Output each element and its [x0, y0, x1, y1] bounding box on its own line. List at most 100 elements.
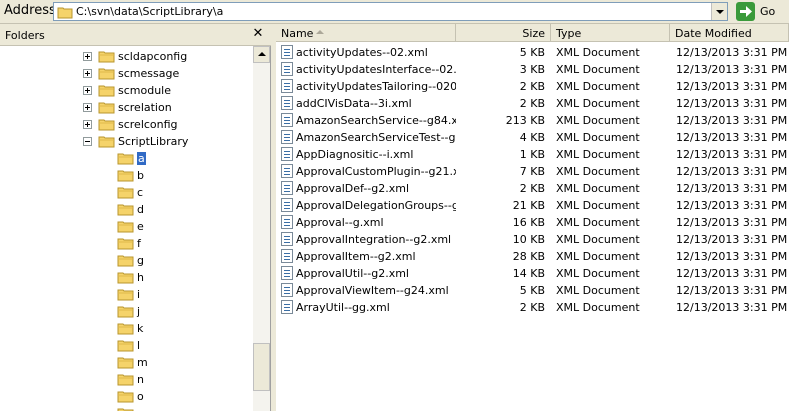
file-type: XML Document	[556, 63, 640, 76]
tree-item[interactable]: d	[0, 201, 252, 218]
go-button[interactable]: Go	[735, 2, 785, 21]
tree-scrollbar[interactable]	[253, 46, 270, 411]
tree-item-label: f	[137, 237, 141, 250]
file-date: 12/13/2013 3:31 PM	[676, 301, 788, 314]
tree-item[interactable]: i	[0, 286, 252, 303]
file-date: 12/13/2013 3:31 PM	[676, 199, 788, 212]
tree-item[interactable]: scmessage	[0, 65, 252, 82]
expand-icon[interactable]	[83, 103, 92, 112]
tree-item-label: b	[137, 169, 144, 182]
folder-icon	[117, 270, 134, 287]
tree-item-label: scmessage	[118, 67, 180, 80]
file-row[interactable]: Approval--g.xml 16 KB XML Document 12/13/20…	[276, 214, 789, 231]
folder-icon	[117, 372, 134, 389]
file-type: XML Document	[556, 46, 640, 59]
tree-item[interactable]: m	[0, 354, 252, 371]
folder-icon	[98, 117, 115, 134]
column-type-label: Type	[556, 27, 582, 40]
tree-item[interactable]: l	[0, 337, 252, 354]
folder-icon	[98, 49, 115, 66]
tree-item-label: scldapconfig	[118, 50, 188, 63]
folder-icon	[57, 5, 73, 22]
collapse-icon[interactable]	[83, 137, 92, 146]
address-bar: Address C:\svn\data\ScriptLibrary\a Go	[0, 0, 789, 24]
folder-icon	[117, 406, 134, 411]
file-type: XML Document	[556, 216, 640, 229]
xml-file-icon	[281, 113, 293, 127]
tree-item-label: m	[137, 356, 148, 369]
tree-item[interactable]: e	[0, 218, 252, 235]
folders-pane: Folders ✕ scldapconfig scmessage scmodule s…	[0, 24, 271, 411]
file-date: 12/13/2013 3:31 PM	[676, 250, 788, 263]
scroll-up-button[interactable]	[253, 46, 270, 63]
expand-icon[interactable]	[83, 120, 92, 129]
file-row[interactable]: AppDiagnositic--i.xml 1 KB XML Document 12/…	[276, 146, 789, 163]
tree-item[interactable]: screlconfig	[0, 116, 252, 133]
file-date: 12/13/2013 3:31 PM	[676, 284, 788, 297]
file-date: 12/13/2013 3:31 PM	[676, 114, 788, 127]
tree-item[interactable]: h	[0, 269, 252, 286]
expand-icon[interactable]	[83, 86, 92, 95]
file-row[interactable]: ApprovalUtil--g2.xml 14 KB XML Document 12/…	[276, 265, 789, 282]
file-row[interactable]: addCIVisData--3i.xml 2 KB XML Document 12/1…	[276, 95, 789, 112]
close-icon[interactable]: ✕	[251, 27, 265, 41]
file-row[interactable]: AmazonSearchServiceTest--g... 4 KB XML Doc…	[276, 129, 789, 146]
file-date: 12/13/2013 3:31 PM	[676, 131, 788, 144]
file-size: 5 KB	[519, 284, 545, 297]
expand-icon[interactable]	[83, 69, 92, 78]
tree-item[interactable]: c	[0, 184, 252, 201]
file-row[interactable]: ArrayUtil--gg.xml 2 KB XML Document 12/13/2…	[276, 299, 789, 316]
file-row[interactable]: ApprovalCustomPlugin--g21.xml 7 KB XML Doc…	[276, 163, 789, 180]
column-header-size[interactable]: Size	[456, 24, 551, 42]
folder-icon	[117, 389, 134, 406]
tree-item-label: o	[137, 390, 144, 403]
file-type: XML Document	[556, 165, 640, 178]
file-row[interactable]: activityUpdatesInterface--02... 3 KB XML D…	[276, 61, 789, 78]
file-row[interactable]: ApprovalViewItem--g24.xml 5 KB XML Documen…	[276, 282, 789, 299]
column-header-type[interactable]: Type	[551, 24, 670, 42]
tree-item[interactable]: scmodule	[0, 82, 252, 99]
file-size: 14 KB	[512, 267, 545, 280]
file-row[interactable]: ApprovalDef--g2.xml 2 KB XML Document 12/13…	[276, 180, 789, 197]
tree-item[interactable]: g	[0, 252, 252, 269]
column-header-date[interactable]: Date Modified	[670, 24, 789, 42]
file-date: 12/13/2013 3:31 PM	[676, 46, 788, 59]
file-row[interactable]: AmazonSearchService--g84.xml 213 KB XML Do…	[276, 112, 789, 129]
address-dropdown-button[interactable]	[711, 3, 727, 20]
file-size: 2 KB	[519, 80, 545, 93]
tree-item[interactable]: k	[0, 320, 252, 337]
file-type: XML Document	[556, 114, 640, 127]
file-name: ApprovalDelegationGroups--g...	[296, 199, 456, 212]
file-row[interactable]: ApprovalItem--g2.xml 28 KB XML Document 12/…	[276, 248, 789, 265]
file-size: 1 KB	[519, 148, 545, 161]
file-date: 12/13/2013 3:31 PM	[676, 97, 788, 110]
file-size: 213 KB	[505, 114, 545, 127]
address-input[interactable]: C:\svn\data\ScriptLibrary\a	[53, 2, 728, 21]
tree-item[interactable]: ScriptLibrary	[0, 133, 252, 150]
file-name: ApprovalUtil--g2.xml	[296, 267, 409, 280]
scroll-thumb[interactable]	[253, 343, 270, 391]
tree-item[interactable]: n	[0, 371, 252, 388]
file-name: ArrayUtil--gg.xml	[296, 301, 390, 314]
tree-item[interactable]: b	[0, 167, 252, 184]
tree-item[interactable]: j	[0, 303, 252, 320]
xml-file-icon	[281, 266, 293, 280]
tree-item[interactable]: screlation	[0, 99, 252, 116]
file-size: 5 KB	[519, 46, 545, 59]
address-path: C:\svn\data\ScriptLibrary\a	[76, 5, 224, 18]
file-row[interactable]: activityUpdatesTailoring--020... 2 KB XML …	[276, 78, 789, 95]
tree-item[interactable]: a	[0, 150, 252, 167]
tree-item[interactable]	[0, 405, 252, 411]
file-type: XML Document	[556, 199, 640, 212]
file-row[interactable]: activityUpdates--02.xml 5 KB XML Document 1…	[276, 44, 789, 61]
tree-item[interactable]: o	[0, 388, 252, 405]
file-row[interactable]: ApprovalIntegration--g2.xml 10 KB XML Docu…	[276, 231, 789, 248]
tree-item[interactable]: scldapconfig	[0, 48, 252, 65]
expand-icon[interactable]	[83, 52, 92, 61]
folders-title: Folders	[5, 29, 45, 42]
column-header-name[interactable]: Name	[276, 24, 456, 42]
tree-item-label: h	[137, 271, 144, 284]
tree-item[interactable]: f	[0, 235, 252, 252]
file-row[interactable]: ApprovalDelegationGroups--g... 21 KB XML D…	[276, 197, 789, 214]
file-name: ApprovalDef--g2.xml	[296, 182, 410, 195]
